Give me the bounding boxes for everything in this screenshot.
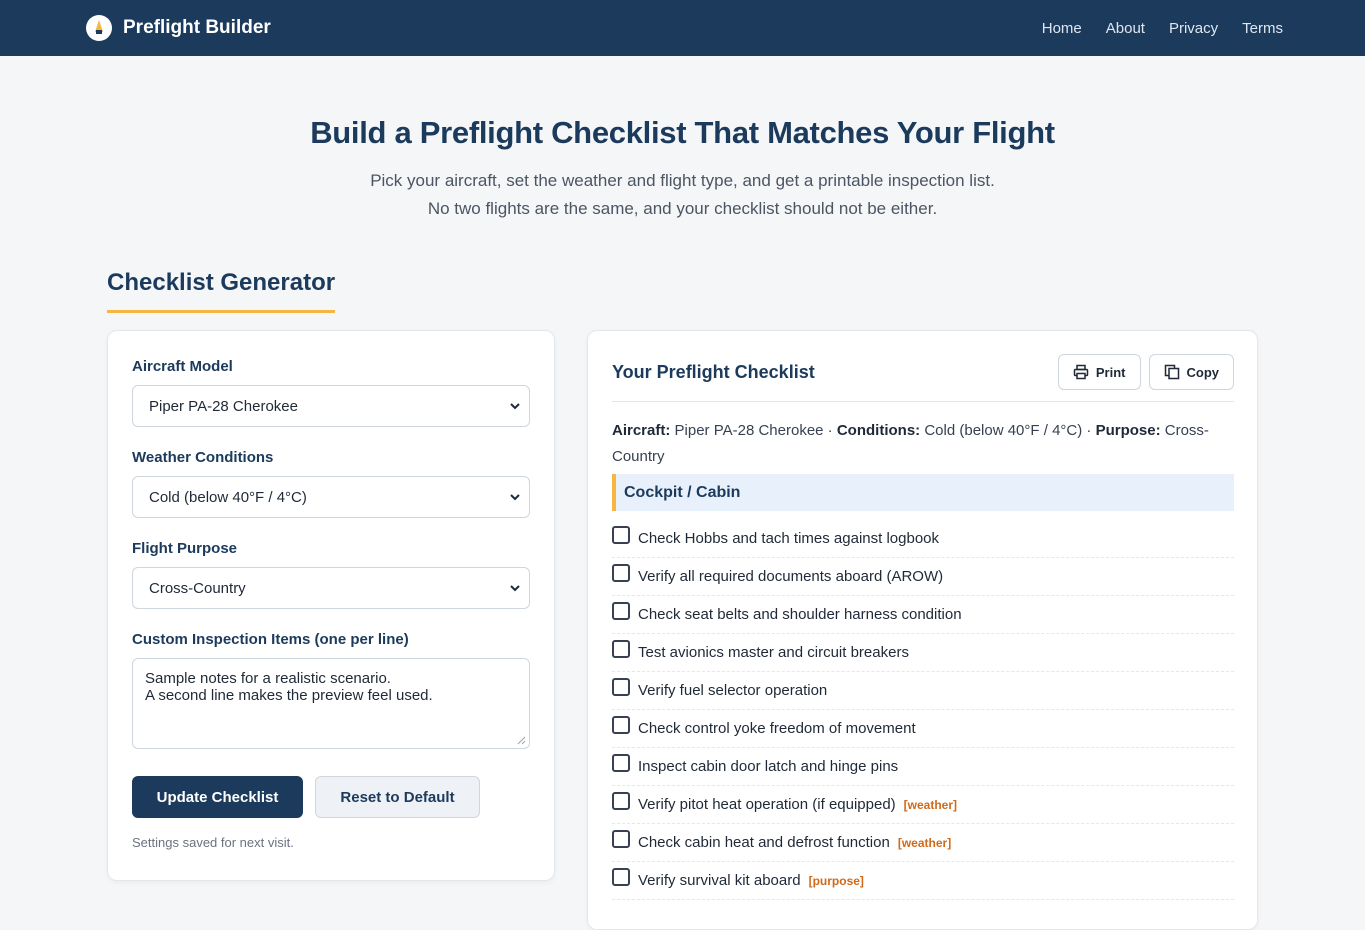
nav-link-privacy[interactable]: Privacy — [1169, 20, 1218, 37]
flight-purpose-value: Cross-Country — [149, 579, 246, 597]
flight-purpose-label: Flight Purpose — [132, 540, 237, 557]
checklist-header: Your Preflight Checklist Print Copy — [612, 353, 1234, 391]
checklist-item-text: Verify all required documents aboard (AR… — [638, 568, 944, 585]
summary-conditions-value: Cold (below 40°F / 4°C) — [924, 422, 1083, 439]
aircraft-model-label: Aircraft Model — [132, 358, 233, 375]
aircraft-model-select[interactable]: Piper PA-28 Cherokee — [132, 385, 530, 427]
weather-conditions-select[interactable]: Cold (below 40°F / 4°C) — [132, 476, 530, 518]
nav-link-about[interactable]: About — [1106, 20, 1145, 37]
checklist-item[interactable]: Inspect cabin door latch and hinge pins — [612, 748, 1234, 786]
checkbox[interactable] — [612, 829, 630, 848]
checklist-items: Check Hobbs and tach times against logbo… — [612, 520, 1234, 900]
checkbox[interactable] — [612, 601, 630, 620]
checkbox[interactable] — [612, 525, 630, 544]
chevron-down-icon — [510, 494, 520, 501]
chevron-down-icon — [510, 585, 520, 592]
checklist-item-text: Check seat belts and shoulder harness co… — [638, 606, 962, 623]
nav-link-home[interactable]: Home — [1042, 20, 1082, 37]
summary-purpose-key: Purpose: — [1095, 422, 1161, 439]
brand[interactable]: Preflight Builder — [86, 15, 271, 41]
header-divider — [612, 401, 1234, 402]
hero-subtitle: Pick your aircraft, set the weather and … — [0, 167, 1365, 223]
checkbox[interactable] — [612, 639, 630, 658]
checklist-item-tag: [weather] — [903, 797, 958, 812]
summary-separator: · — [827, 422, 833, 439]
saved-status-text: Settings saved for next visit. — [132, 835, 294, 850]
checklist-group-header: Cockpit / Cabin — [612, 474, 1234, 511]
weather-conditions-value: Cold (below 40°F / 4°C) — [149, 488, 307, 506]
brand-name: Preflight Builder — [123, 17, 271, 38]
aircraft-model-value: Piper PA-28 Cherokee — [149, 397, 298, 415]
custom-items-label: Custom Inspection Items (one per line) — [132, 631, 409, 648]
checklist-item[interactable]: Test avionics master and circuit breaker… — [612, 634, 1234, 672]
summary-aircraft-value: Piper PA-28 Cherokee — [674, 422, 824, 439]
summary-separator: · — [1086, 422, 1092, 439]
section-title: Checklist Generator — [107, 269, 336, 313]
printer-icon — [1073, 364, 1089, 380]
checkbox[interactable] — [612, 715, 630, 734]
checklist-item-tag: [purpose] — [808, 873, 864, 888]
checkbox[interactable] — [612, 563, 630, 582]
custom-items-line-2: A second line makes the preview feel use… — [145, 687, 433, 704]
hero: Build a Preflight Checklist That Matches… — [0, 56, 1365, 223]
checklist-item-tag: [weather] — [897, 835, 952, 850]
nav-link-terms[interactable]: Terms — [1242, 20, 1283, 37]
main-nav: Home About Privacy Terms — [1042, 20, 1283, 37]
copy-button-label: Copy — [1186, 364, 1220, 380]
page-title: Build a Preflight Checklist That Matches… — [310, 115, 1055, 150]
checklist-item-text: Verify pitot heat operation (if equipped… — [638, 796, 896, 813]
weather-conditions-label: Weather Conditions — [132, 449, 274, 466]
checkbox[interactable] — [612, 867, 630, 886]
print-button[interactable]: Print — [1057, 354, 1141, 390]
print-button-label: Print — [1095, 364, 1126, 380]
checklist-item[interactable]: Verify fuel selector operation — [612, 672, 1234, 710]
checklist-item-text: Test avionics master and circuit breaker… — [638, 644, 909, 661]
update-checklist-button[interactable]: Update Checklist — [132, 776, 303, 818]
reset-default-button[interactable]: Reset to Default — [315, 776, 480, 818]
checklist-item-text: Check Hobbs and tach times against logbo… — [638, 530, 940, 547]
form-actions: Update Checklist Reset to Default — [132, 776, 530, 818]
checkbox[interactable] — [612, 753, 630, 772]
checkbox[interactable] — [612, 791, 630, 810]
checkbox[interactable] — [612, 677, 630, 696]
settings-form-card: Aircraft Model Piper PA-28 Cherokee Weat… — [107, 330, 555, 881]
flight-purpose-select[interactable]: Cross-Country — [132, 567, 530, 609]
checklist-item-text: Check cabin heat and defrost function — [638, 834, 890, 851]
checklist-output-card: Your Preflight Checklist Print Copy Airc… — [587, 330, 1258, 930]
chevron-down-icon — [510, 403, 520, 410]
checklist-actions: Print Copy — [1057, 354, 1234, 390]
checklist-item[interactable]: Verify all required documents aboard (AR… — [612, 558, 1234, 596]
section-heading: Checklist Generator — [107, 269, 336, 313]
checklist-item[interactable]: Verify pitot heat operation (if equipped… — [612, 786, 1234, 824]
checklist-item-text: Check control yoke freedom of movement — [638, 720, 916, 737]
checklist-item[interactable]: Check Hobbs and tach times against logbo… — [612, 520, 1234, 558]
plane-logo-icon — [86, 15, 112, 41]
checklist-item[interactable]: Check cabin heat and defrost function [we… — [612, 824, 1234, 862]
copy-button[interactable]: Copy — [1148, 354, 1234, 390]
hero-subtitle-line-1: Pick your aircraft, set the weather and … — [370, 171, 995, 190]
custom-items-textarea[interactable]: Sample notes for a realistic scenario. A… — [132, 658, 530, 749]
custom-items-line-1: Sample notes for a realistic scenario. — [145, 670, 391, 687]
resize-grip-icon[interactable] — [517, 736, 526, 745]
checklist-item[interactable]: Verify survival kit aboard [purpose] — [612, 862, 1234, 900]
hero-subtitle-line-2: No two flights are the same, and your ch… — [427, 199, 938, 218]
summary-conditions-key: Conditions: — [836, 422, 921, 439]
copy-icon — [1164, 364, 1179, 380]
checklist-item[interactable]: Check control yoke freedom of movement — [612, 710, 1234, 748]
summary-aircraft-key: Aircraft: — [612, 422, 671, 439]
checklist-title: Your Preflight Checklist — [612, 361, 815, 382]
checklist-item[interactable]: Check seat belts and shoulder harness co… — [612, 596, 1234, 634]
checklist-item-text: Verify survival kit aboard — [638, 872, 801, 889]
checklist-item-text: Inspect cabin door latch and hinge pins — [638, 758, 899, 775]
top-nav-bar: Preflight Builder Home About Privacy Ter… — [0, 0, 1365, 56]
checklist-item-text: Verify fuel selector operation — [638, 682, 828, 699]
checklist-summary: Aircraft: Piper PA-28 Cherokee · Conditi… — [612, 418, 1234, 470]
